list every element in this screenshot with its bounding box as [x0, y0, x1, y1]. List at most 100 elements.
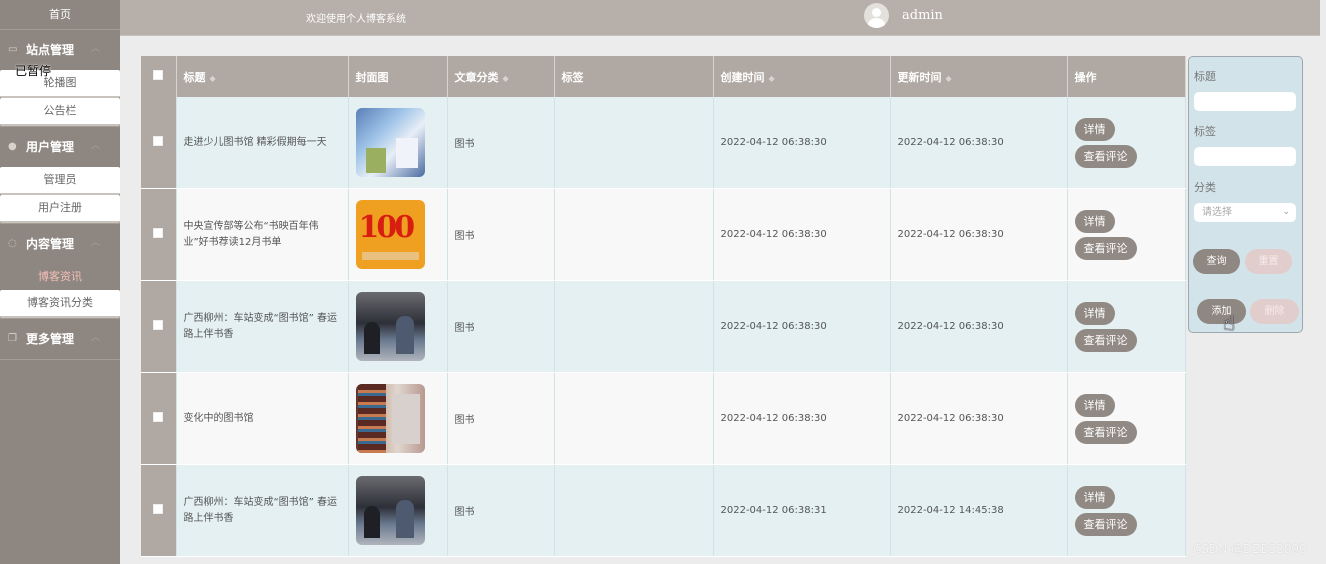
reset-button[interactable]: 重置: [1245, 249, 1292, 274]
row-title: 中央宣传部等公布“书映百年伟业”好书荐读12月书单: [183, 220, 319, 248]
chevron-up-icon: ︿: [90, 238, 100, 248]
data-table: 标题 ◆ 封面图 文章分类 ◆ 标签 创建时间 ◆ 更新时间 ◆ 操作 走进少儿图书馆 …: [141, 56, 1186, 557]
cover-image-station: [355, 292, 425, 361]
sidebar-item-notice[interactable]: 公告栏: [0, 98, 120, 126]
search-button[interactable]: 查询: [1193, 249, 1240, 274]
sidebar-group-label: 更多管理: [26, 332, 75, 346]
row-created: 2022-04-12 06:38:30: [713, 188, 891, 281]
header-tags: 标签: [554, 56, 714, 97]
row-category: 图书: [447, 372, 555, 465]
select-all-checkbox[interactable]: [141, 56, 177, 97]
chat-icon: ◌: [8, 238, 17, 249]
sort-icon: ◆: [209, 73, 216, 83]
search-panel: 标题 标签 分类 请选择 ⌄ 查询 重置 添加 删除: [1188, 56, 1303, 333]
table-row: 广西柳州：车站变成“图书馆” 春运路上伴书香 图书 2022-04-12 06:…: [141, 280, 1186, 373]
view-comments-button[interactable]: 查看评论: [1074, 144, 1137, 168]
view-comments-button[interactable]: 查看评论: [1074, 236, 1137, 260]
sidebar-item-blog-category[interactable]: 博客资讯分类: [0, 290, 120, 318]
row-title: 广西柳州：车站变成“图书馆” 春运路上伴书香: [183, 496, 338, 524]
detail-button[interactable]: 详情: [1074, 485, 1115, 509]
row-created: 2022-04-12 06:38:30: [713, 372, 891, 465]
category-select[interactable]: 请选择 ⌄: [1194, 203, 1296, 222]
sidebar-group-label: 内容管理: [26, 237, 75, 251]
sidebar-group-label: 用户管理: [26, 140, 75, 154]
sort-icon: ◆: [945, 73, 952, 83]
row-tags: [554, 464, 714, 557]
tags-filter-input[interactable]: [1194, 147, 1296, 166]
sort-icon: ◆: [768, 73, 775, 83]
sidebar-group-more[interactable]: ❐ 更多管理 ︿: [0, 318, 120, 359]
row-updated: 2022-04-12 14:45:38: [890, 464, 1068, 557]
cover-image-library: [355, 108, 425, 177]
row-checkbox[interactable]: [141, 280, 177, 373]
row-tags: [554, 97, 714, 189]
sidebar-item-admin[interactable]: 管理员: [0, 167, 120, 195]
category-filter-label: 分类: [1194, 181, 1216, 194]
row-title: 广西柳州：车站变成“图书馆” 春运路上伴书香: [183, 312, 338, 340]
title-filter-label: 标题: [1194, 70, 1216, 83]
tags-filter-label: 标签: [1194, 125, 1216, 138]
chevron-up-icon: ︿: [90, 44, 100, 54]
sort-icon: ◆: [502, 73, 509, 83]
cover-image-station: [355, 476, 425, 545]
sidebar-item-blog-news[interactable]: 博客资讯: [0, 264, 120, 290]
cover-image-100-poster: 100: [355, 200, 425, 269]
sidebar-home[interactable]: 首页: [0, 0, 120, 29]
row-created: 2022-04-12 06:38:31: [713, 464, 891, 557]
chevron-up-icon: ︿: [90, 141, 100, 151]
header-cover: 封面图: [348, 56, 448, 97]
view-comments-button[interactable]: 查看评论: [1074, 420, 1137, 444]
sidebar: 首页 ▭ 站点管理 ︿ 轮播图 公告栏 ● 用户管理 ︿ 管理员 用户注册 ◌ …: [0, 0, 120, 564]
row-title: 走进少儿图书馆 精彩假期每一天: [183, 136, 327, 148]
table-row: 中央宣传部等公布“书映百年伟业”好书荐读12月书单 100 图书 2022-04…: [141, 188, 1186, 281]
row-category: 图书: [447, 97, 555, 189]
sidebar-group-content[interactable]: ◌ 内容管理 ︿: [0, 223, 120, 264]
table-row: 变化中的图书馆 图书 2022-04-12 06:38:30 2022-04-1…: [141, 372, 1186, 465]
watermark-text: CSDN @DZBS2000: [1193, 542, 1307, 556]
row-category: 图书: [447, 464, 555, 557]
row-checkbox[interactable]: [141, 464, 177, 557]
row-updated: 2022-04-12 06:38:30: [890, 97, 1068, 189]
view-comments-button[interactable]: 查看评论: [1074, 512, 1137, 536]
row-updated: 2022-04-12 06:38:30: [890, 280, 1068, 373]
delete-button[interactable]: 删除: [1250, 299, 1299, 324]
sidebar-group-user[interactable]: ● 用户管理 ︿: [0, 126, 120, 167]
header-updated[interactable]: 更新时间 ◆: [890, 56, 1068, 97]
title-filter-input[interactable]: [1194, 92, 1296, 111]
detail-button[interactable]: 详情: [1074, 209, 1115, 233]
avatar-icon[interactable]: [864, 3, 889, 28]
user-icon: ●: [8, 141, 17, 152]
row-created: 2022-04-12 06:38:30: [713, 97, 891, 189]
row-checkbox[interactable]: [141, 97, 177, 189]
user-name[interactable]: admin: [902, 8, 943, 23]
detail-button[interactable]: 详情: [1074, 393, 1115, 417]
cover-image-bookshelf: [355, 384, 425, 453]
detail-button[interactable]: 详情: [1074, 301, 1115, 325]
row-created: 2022-04-12 06:38:30: [713, 280, 891, 373]
row-category: 图书: [447, 280, 555, 373]
sidebar-group-label: 站点管理: [26, 43, 75, 57]
copy-icon: ❐: [8, 333, 17, 344]
welcome-text: 欢迎使用个人博客系统: [306, 14, 406, 25]
row-checkbox[interactable]: [141, 372, 177, 465]
header-created[interactable]: 创建时间 ◆: [713, 56, 891, 97]
row-updated: 2022-04-12 06:38:30: [890, 372, 1068, 465]
add-button[interactable]: 添加: [1197, 299, 1246, 324]
hand-cursor-icon: ☝: [1223, 311, 1236, 335]
top-bar: 欢迎使用个人博客系统 admin: [120, 0, 1320, 36]
row-tags: [554, 188, 714, 281]
table-header-row: 标题 ◆ 封面图 文章分类 ◆ 标签 创建时间 ◆ 更新时间 ◆ 操作: [141, 56, 1186, 97]
row-updated: 2022-04-12 06:38:30: [890, 188, 1068, 281]
row-tags: [554, 372, 714, 465]
sidebar-item-user-register[interactable]: 用户注册: [0, 195, 120, 223]
paused-overlay-text: 已暂停: [15, 64, 52, 78]
chevron-down-icon: ⌄: [1282, 207, 1290, 217]
row-tags: [554, 280, 714, 373]
row-title: 变化中的图书馆: [183, 412, 254, 424]
header-title[interactable]: 标题 ◆: [176, 56, 349, 97]
view-comments-button[interactable]: 查看评论: [1074, 328, 1137, 352]
chevron-up-icon: ︿: [90, 333, 100, 343]
header-category[interactable]: 文章分类 ◆: [447, 56, 555, 97]
detail-button[interactable]: 详情: [1074, 117, 1115, 141]
row-checkbox[interactable]: [141, 188, 177, 281]
